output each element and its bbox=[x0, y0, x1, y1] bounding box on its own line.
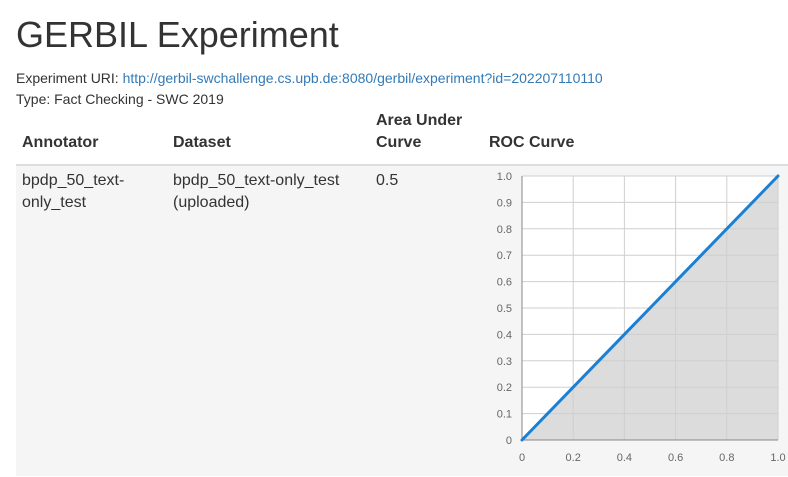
x-tick-label: 0 bbox=[519, 452, 525, 464]
experiment-meta: Experiment URI: http://gerbil-swchalleng… bbox=[16, 68, 603, 110]
y-tick-label: 0.2 bbox=[497, 382, 512, 394]
header-roc-curve: ROC Curve bbox=[489, 134, 575, 151]
dataset-line1: bpdp_50_text-only_test bbox=[173, 172, 340, 189]
dataset-line2: (uploaded) bbox=[173, 194, 250, 211]
y-tick-label: 0.1 bbox=[497, 409, 512, 421]
experiment-uri-label: Experiment URI: bbox=[16, 70, 119, 86]
table-header: Annotator Dataset Area Under Curve ROC C… bbox=[16, 108, 788, 166]
header-auc-line1: Area Under bbox=[376, 112, 463, 129]
y-tick-label: 0.3 bbox=[497, 356, 512, 368]
cell-dataset: bpdp_50_text-only_test (uploaded) bbox=[173, 170, 339, 214]
experiment-uri-link[interactable]: http://gerbil-swchallenge.cs.upb.de:8080… bbox=[123, 70, 603, 86]
x-tick-label: 0.4 bbox=[617, 452, 632, 464]
cell-annotator: bpdp_50_text- only_test bbox=[22, 170, 124, 214]
x-tick-label: 0.6 bbox=[668, 452, 683, 464]
y-tick-label: 0 bbox=[506, 435, 512, 447]
header-annotator: Annotator bbox=[22, 134, 99, 151]
y-tick-label: 1.0 bbox=[497, 171, 512, 183]
page-title: GERBIL Experiment bbox=[16, 14, 339, 55]
x-tick-label: 0.2 bbox=[566, 452, 581, 464]
y-tick-label: 0.5 bbox=[497, 303, 512, 315]
header-auc-line2: Curve bbox=[376, 134, 422, 151]
header-dataset: Dataset bbox=[173, 134, 231, 151]
annotator-line1: bpdp_50_text- bbox=[22, 172, 125, 189]
roc-curve-chart: 0 0.1 0.2 0.3 0.4 0.5 0.6 0.7 0.8 0.9 1.0 0 0.2 0.4 0.… bbox=[497, 171, 786, 464]
experiment-page: GERBIL Experiment Experiment URI: http:/… bbox=[0, 0, 788, 477]
experiment-type: Type: Fact Checking - SWC 2019 bbox=[16, 91, 224, 107]
y-tick-label: 0.8 bbox=[497, 224, 512, 236]
header-area-under-curve: Area Under Curve bbox=[376, 110, 462, 154]
y-tick-label: 0.6 bbox=[497, 277, 512, 289]
table-row: bpdp_50_text- only_test bpdp_50_text-onl… bbox=[16, 166, 788, 476]
x-tick-label: 0.8 bbox=[719, 452, 734, 464]
x-tick-label: 1.0 bbox=[770, 452, 785, 464]
cell-auc: 0.5 bbox=[376, 172, 399, 189]
y-tick-label: 0.9 bbox=[497, 197, 512, 209]
y-tick-label: 0.7 bbox=[497, 250, 512, 262]
annotator-line2: only_test bbox=[22, 194, 87, 211]
y-tick-label: 0.4 bbox=[497, 329, 512, 341]
experiment-uri-line: Experiment URI: http://gerbil-swchalleng… bbox=[16, 68, 603, 89]
